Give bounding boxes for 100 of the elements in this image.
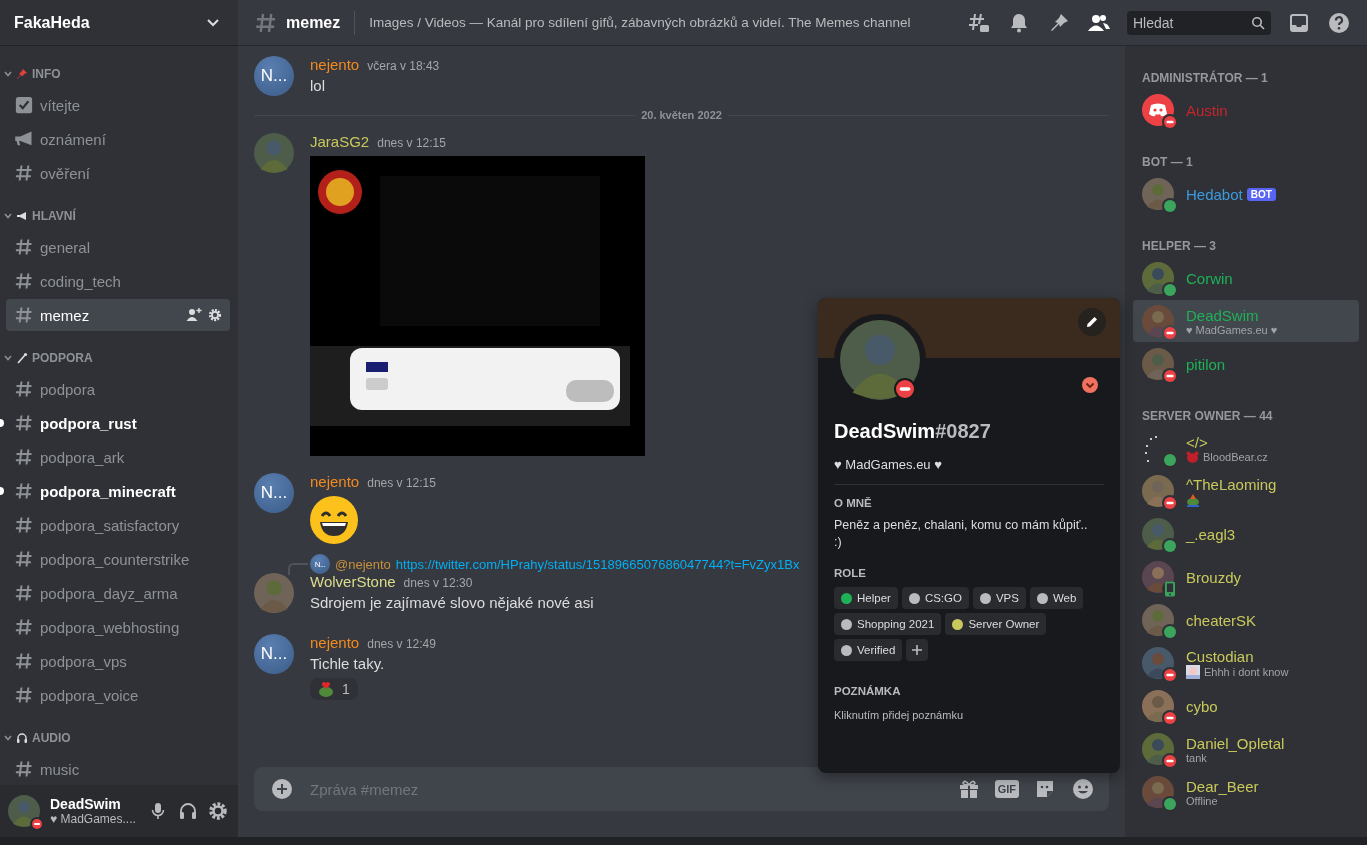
member-item[interactable]: cybo [1133, 685, 1359, 727]
settings-icon[interactable] [208, 308, 222, 322]
member-item[interactable]: ^TheLaoming [1133, 470, 1359, 512]
username: DeadSwim [50, 796, 122, 812]
member-item[interactable]: Brouzdy [1133, 556, 1359, 598]
channel-item[interactable]: podpora_rust [6, 407, 230, 439]
hash-icon [14, 583, 34, 603]
discriminator: #0827 [935, 420, 991, 443]
member-name: Corwin [1186, 269, 1233, 287]
channel-item[interactable]: podpora_counterstrike [6, 543, 230, 575]
section-heading: ROLE [834, 567, 867, 579]
channel-item[interactable]: podpora_voice [6, 679, 230, 711]
hash-icon [14, 413, 34, 433]
channel-item[interactable]: podpora_vps [6, 645, 230, 677]
member-name: Austin [1186, 101, 1228, 119]
role-name: VPS [995, 592, 1019, 604]
hash-icon [14, 237, 34, 257]
role-group-header: HELPER — 3 [1141, 238, 1217, 255]
server-name: FakaHeda [14, 13, 90, 32]
message-text: lol [310, 77, 326, 94]
username[interactable]: nejento [310, 634, 360, 651]
channel-item[interactable]: coding_tech [6, 265, 230, 297]
add-member-icon[interactable] [186, 307, 202, 323]
timestamp: dnes v 12:49 [367, 637, 436, 651]
reply-connector [288, 563, 308, 575]
custom-status: ♥ MadGames.... [50, 812, 137, 826]
custom-status: ♥ MadGames.eu ♥ [1186, 323, 1278, 336]
headphones-icon[interactable] [178, 801, 198, 821]
member-item[interactable]: </> BloodBear.cz [1133, 427, 1359, 469]
channel-item[interactable]: podpora_webhosting [6, 611, 230, 643]
add-icon[interactable] [270, 777, 294, 801]
help-icon[interactable] [1327, 10, 1351, 35]
search-field[interactable]: Hledat [1127, 10, 1271, 35]
reaction[interactable]: 1 [310, 678, 358, 700]
avatar[interactable]: N... [254, 634, 294, 674]
custom-status: ♥ MadGames.eu ♥ [834, 457, 943, 472]
role-name: Verified [857, 644, 896, 656]
category-name: AUDIO [32, 731, 71, 745]
member-name: Custodian [1186, 647, 1254, 665]
member-item[interactable]: Dear_Beer Offline [1133, 771, 1359, 813]
role-name: Server Owner [968, 618, 1040, 630]
channel-item[interactable]: ověření [6, 157, 230, 189]
reply-author[interactable]: @nejento [335, 556, 391, 572]
channel-item[interactable]: podpora_ark [6, 441, 230, 473]
hash-icon [14, 617, 34, 637]
link[interactable]: https://twitter.com/HPrahy/status/1518966507686047744?t=FvZyx1Bx [395, 556, 800, 572]
settings-icon[interactable] [208, 801, 228, 821]
avatar[interactable]: N... [254, 56, 294, 96]
category-header[interactable]: AUDIO [0, 724, 238, 752]
channel-item[interactable]: podpora [6, 373, 230, 405]
gif-button[interactable]: GIF [994, 780, 1019, 798]
member-item[interactable]: Hedabot BOT [1133, 173, 1359, 215]
channel-item[interactable]: podpora_dayz_arma [6, 577, 230, 609]
channel-item[interactable]: podpora_minecraft [6, 475, 230, 507]
channel-item[interactable]: general [6, 231, 230, 263]
chevron-badge-icon[interactable] [1082, 377, 1098, 393]
channel-item[interactable]: oznámení [6, 123, 230, 155]
role-group-header: ADMINISTRÁTOR — 1 [1141, 69, 1269, 87]
category-header[interactable]: HLAVNÍ [0, 202, 238, 230]
username[interactable]: nejento [310, 56, 360, 73]
channel-title: memez [286, 13, 341, 32]
hash-icon [14, 271, 34, 291]
hash-icon [14, 447, 34, 467]
section-heading: O MNĚ [834, 497, 873, 509]
add-role-button[interactable] [906, 639, 929, 661]
member-item[interactable]: Daniel_Opletal tank [1133, 728, 1359, 770]
megaphone-icon [16, 210, 28, 222]
bot-tag: BOT [1246, 187, 1276, 201]
member-name: cybo [1186, 697, 1218, 715]
hash-icon [14, 549, 34, 569]
member-item[interactable]: DeadSwim ♥ MadGames.eu ♥ [1133, 300, 1359, 342]
avatar[interactable]: N... [254, 473, 294, 513]
category-header[interactable]: PODPORA [0, 344, 238, 372]
channel-item[interactable]: podpora_satisfactory [6, 509, 230, 541]
note-field[interactable]: Kliknutím přidej poznámku [834, 705, 1104, 725]
channel-item[interactable]: memez [6, 299, 230, 331]
member-item[interactable]: Corwin [1133, 257, 1359, 299]
bear-icon [1186, 450, 1199, 463]
member-item[interactable]: cheaterSK [1133, 599, 1359, 641]
member-item[interactable]: Custodian Ehhh i dont know [1133, 642, 1359, 684]
role-group-header: BOT — 1 [1141, 154, 1194, 171]
member-name: Dear_Beer [1186, 777, 1259, 795]
checkbox-icon [14, 95, 34, 115]
username[interactable]: nejento [310, 473, 360, 490]
plus-icon [911, 644, 924, 656]
member-item[interactable]: _.eagl3 [1133, 513, 1359, 555]
channel-item[interactable]: vítejte [6, 89, 230, 121]
username[interactable]: JaraSG2 [310, 133, 370, 150]
member-item[interactable]: pitilon [1133, 343, 1359, 385]
category-header[interactable]: INFO [0, 60, 238, 88]
member-name: cheaterSK [1186, 611, 1257, 629]
role-name: Shopping 2021 [857, 618, 935, 630]
emoji-icon[interactable] [1071, 777, 1095, 801]
username[interactable]: WolverStone [310, 573, 396, 590]
hash-icon [14, 379, 34, 399]
hash-icon [14, 481, 34, 501]
member-name: pitilon [1186, 355, 1226, 373]
channel-item[interactable]: music [6, 753, 230, 785]
role-name: Web [1052, 592, 1077, 604]
section-heading: POZNÁMKA [834, 685, 902, 697]
